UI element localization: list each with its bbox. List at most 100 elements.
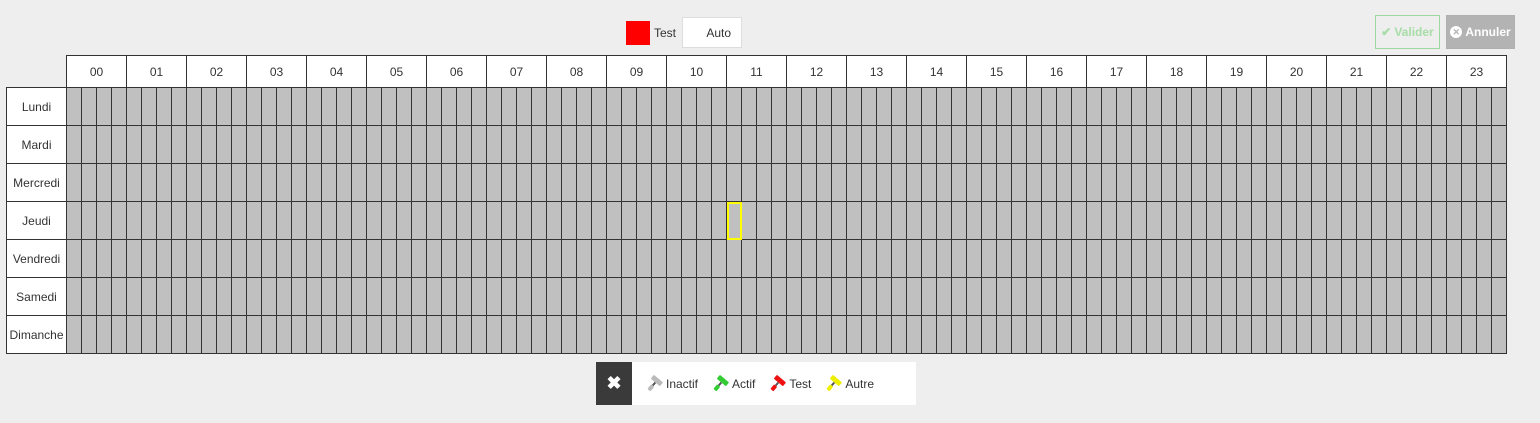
time-slot[interactable]	[906, 87, 922, 126]
time-slot[interactable]	[711, 201, 727, 240]
time-slot[interactable]	[651, 201, 667, 240]
time-slot[interactable]	[666, 163, 682, 202]
time-slot[interactable]	[156, 239, 172, 278]
time-slot[interactable]	[141, 125, 157, 164]
time-slot[interactable]	[1056, 163, 1072, 202]
time-slot[interactable]	[1446, 163, 1462, 202]
time-slot[interactable]	[1011, 163, 1027, 202]
time-slot[interactable]	[66, 277, 82, 316]
time-slot[interactable]	[381, 277, 397, 316]
time-slot[interactable]	[1041, 315, 1057, 354]
time-slot[interactable]	[876, 239, 892, 278]
time-slot[interactable]	[1251, 201, 1267, 240]
time-slot[interactable]	[1221, 87, 1237, 126]
time-slot[interactable]	[1206, 315, 1222, 354]
time-slot[interactable]	[801, 277, 817, 316]
time-slot[interactable]	[591, 315, 607, 354]
time-slot[interactable]	[351, 87, 367, 126]
time-slot[interactable]	[696, 163, 712, 202]
time-slot[interactable]	[471, 87, 487, 126]
time-slot[interactable]	[711, 277, 727, 316]
time-slot[interactable]	[531, 87, 547, 126]
time-slot[interactable]	[1491, 239, 1507, 278]
time-slot[interactable]	[486, 239, 502, 278]
time-slot[interactable]	[411, 277, 427, 316]
time-slot[interactable]	[231, 163, 247, 202]
time-slot[interactable]	[1221, 239, 1237, 278]
time-slot[interactable]	[756, 163, 772, 202]
time-slot[interactable]	[1011, 239, 1027, 278]
time-slot[interactable]	[216, 87, 232, 126]
time-slot[interactable]	[96, 315, 112, 354]
time-slot[interactable]	[1146, 87, 1162, 126]
time-slot[interactable]	[141, 315, 157, 354]
time-slot[interactable]	[1026, 201, 1042, 240]
time-slot[interactable]	[201, 201, 217, 240]
time-slot[interactable]	[1491, 315, 1507, 354]
time-slot[interactable]	[591, 125, 607, 164]
time-slot[interactable]	[711, 163, 727, 202]
time-slot[interactable]	[186, 163, 202, 202]
brush-item-autre[interactable]: Autre	[823, 362, 874, 405]
time-slot[interactable]	[606, 87, 622, 126]
time-slot[interactable]	[426, 201, 442, 240]
time-slot[interactable]	[1326, 163, 1342, 202]
time-slot[interactable]	[816, 315, 832, 354]
time-slot[interactable]	[1236, 277, 1252, 316]
time-slot[interactable]	[1401, 163, 1417, 202]
time-slot[interactable]	[936, 163, 952, 202]
time-slot[interactable]	[1041, 125, 1057, 164]
time-slot[interactable]	[1161, 125, 1177, 164]
time-slot[interactable]	[501, 125, 517, 164]
time-slot[interactable]	[891, 87, 907, 126]
time-slot[interactable]	[291, 277, 307, 316]
time-slot[interactable]	[81, 239, 97, 278]
time-slot[interactable]	[231, 239, 247, 278]
time-slot[interactable]	[591, 201, 607, 240]
time-slot[interactable]	[981, 125, 997, 164]
time-slot[interactable]	[1401, 239, 1417, 278]
time-slot[interactable]	[246, 163, 262, 202]
time-slot[interactable]	[1386, 163, 1402, 202]
time-slot[interactable]	[1101, 315, 1117, 354]
time-slot[interactable]	[546, 125, 562, 164]
time-slot[interactable]	[1476, 315, 1492, 354]
time-slot[interactable]	[1086, 277, 1102, 316]
time-slot[interactable]	[921, 277, 937, 316]
time-slot[interactable]	[726, 239, 742, 278]
time-slot[interactable]	[771, 163, 787, 202]
time-slot[interactable]	[1011, 315, 1027, 354]
time-slot[interactable]	[1116, 315, 1132, 354]
time-slot[interactable]	[276, 87, 292, 126]
time-slot[interactable]	[1176, 277, 1192, 316]
time-slot[interactable]	[381, 315, 397, 354]
time-slot[interactable]	[321, 277, 337, 316]
time-slot[interactable]	[141, 239, 157, 278]
time-slot[interactable]	[741, 163, 757, 202]
time-slot[interactable]	[306, 125, 322, 164]
time-slot[interactable]	[1011, 277, 1027, 316]
time-slot[interactable]	[1386, 239, 1402, 278]
time-slot[interactable]	[96, 239, 112, 278]
time-slot[interactable]	[1086, 163, 1102, 202]
time-slot[interactable]	[1311, 87, 1327, 126]
time-slot[interactable]	[1161, 277, 1177, 316]
time-slot[interactable]	[216, 239, 232, 278]
time-slot[interactable]	[321, 163, 337, 202]
time-slot[interactable]	[546, 201, 562, 240]
time-slot[interactable]	[831, 315, 847, 354]
time-slot[interactable]	[996, 277, 1012, 316]
time-slot[interactable]	[231, 315, 247, 354]
time-slot[interactable]	[606, 277, 622, 316]
time-slot[interactable]	[606, 163, 622, 202]
time-slot[interactable]	[351, 239, 367, 278]
time-slot[interactable]	[171, 125, 187, 164]
time-slot[interactable]	[1341, 315, 1357, 354]
time-slot[interactable]	[186, 201, 202, 240]
time-slot[interactable]	[846, 125, 862, 164]
time-slot[interactable]	[576, 163, 592, 202]
time-slot[interactable]	[1041, 163, 1057, 202]
time-slot[interactable]	[441, 87, 457, 126]
time-slot[interactable]	[816, 87, 832, 126]
time-slot[interactable]	[846, 315, 862, 354]
